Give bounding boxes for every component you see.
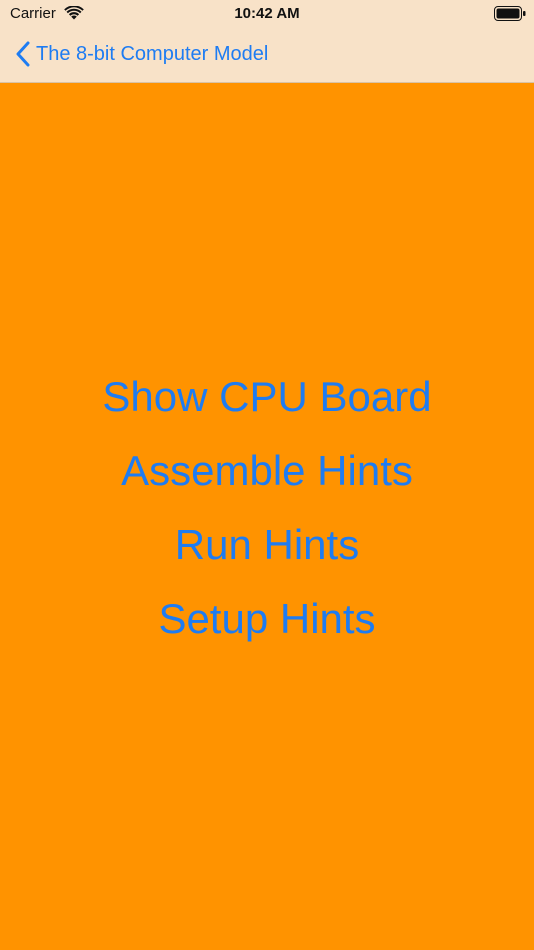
screen: Carrier 10:42 AM The 8-bit Computer Mode… (0, 0, 534, 950)
battery-icon (494, 6, 526, 21)
back-button-label: The 8-bit Computer Model (36, 42, 269, 65)
run-hints-button[interactable]: Run Hints (175, 508, 359, 582)
navigation-bar: The 8-bit Computer Model (0, 28, 534, 82)
show-cpu-board-button[interactable]: Show CPU Board (102, 360, 431, 434)
chevron-left-icon (16, 41, 30, 67)
menu: Show CPU Board Assemble Hints Run Hints … (0, 360, 534, 656)
back-button[interactable]: The 8-bit Computer Model (14, 38, 268, 70)
assemble-hints-button[interactable]: Assemble Hints (121, 434, 413, 508)
top-bars: Carrier 10:42 AM The 8-bit Computer Mode… (0, 0, 534, 83)
setup-hints-button[interactable]: Setup Hints (158, 582, 375, 656)
status-bar: Carrier 10:42 AM (0, 0, 534, 28)
status-time: 10:42 AM (234, 5, 300, 22)
